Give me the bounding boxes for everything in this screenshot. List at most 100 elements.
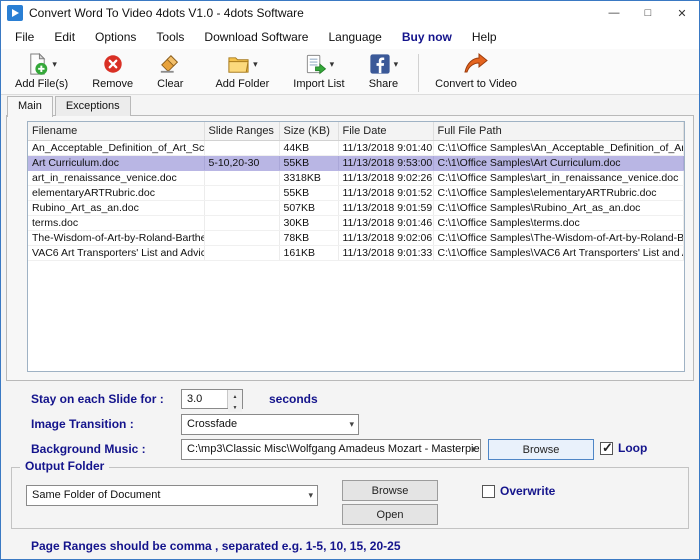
tab[interactable]: Exceptions — [55, 96, 131, 116]
cell-slide-ranges — [204, 245, 279, 260]
chevron-down-icon[interactable] — [394, 58, 399, 70]
overwrite-checkbox[interactable]: Overwrite — [482, 484, 555, 498]
cell-file-date: 11/13/2018 9:01:59 AM — [338, 200, 433, 215]
cell-filename: art_in_renaissance_venice.doc — [28, 170, 204, 185]
column-header-file-date[interactable]: File Date — [338, 122, 433, 140]
output-folder-select[interactable]: Same Folder of Document — [26, 485, 318, 506]
menu-bar: File Edit Options Tools Download Softwar… — [1, 25, 699, 49]
loop-checkbox[interactable]: Loop — [600, 441, 647, 455]
menu-item[interactable]: Buy now — [392, 26, 462, 48]
column-header-slide-ranges[interactable]: Slide Ranges — [204, 122, 279, 140]
add-files-button[interactable]: Add File(s) — [9, 51, 74, 91]
table-row[interactable]: art_in_renaissance_venice.doc 3318KB 11/… — [28, 170, 684, 185]
cell-file-date: 11/13/2018 9:02:06 AM — [338, 230, 433, 245]
window-controls: — □ ✕ — [597, 1, 699, 25]
image-transition-select[interactable]: Crossfade — [181, 414, 359, 435]
chevron-down-icon[interactable] — [52, 58, 57, 70]
cell-file-date: 11/13/2018 9:01:33 AM — [338, 245, 433, 260]
output-folder-group: Output Folder Same Folder of Document Br… — [11, 467, 689, 529]
slide-duration-stepper[interactable]: 3.0 — [181, 389, 243, 409]
column-header-size[interactable]: Size (KB) — [279, 122, 338, 140]
menu-item[interactable]: Help — [462, 26, 507, 48]
menu-item[interactable]: Options — [85, 26, 146, 48]
background-music-select[interactable]: C:\mp3\Classic Misc\Wolfgang Amadeus Moz… — [181, 439, 481, 460]
menu-item[interactable]: Tools — [146, 26, 194, 48]
table-row[interactable]: VAC6 Art Transporters' List and Advice.d… — [28, 245, 684, 260]
tab-strip: Main Exceptions — [7, 96, 133, 116]
image-transition-label: Image Transition : — [31, 417, 134, 431]
background-music-label: Background Music : — [31, 442, 146, 456]
menu-item[interactable]: File — [5, 26, 44, 48]
slide-duration-label: Stay on each Slide for : — [31, 392, 164, 406]
clear-button[interactable]: Clear — [151, 51, 189, 91]
convert-arrow-icon — [463, 52, 489, 76]
table-row[interactable]: Art Curriculum.doc 5-10,20-30 55KB 11/13… — [28, 155, 684, 170]
status-bar: Page Ranges should be comma , separated … — [31, 537, 401, 555]
overwrite-checkbox-box[interactable] — [482, 485, 495, 498]
column-header-filename[interactable]: Filename — [28, 122, 204, 140]
import-list-button[interactable]: Import List — [287, 51, 350, 91]
minimize-button[interactable]: — — [597, 1, 631, 25]
menu-item[interactable]: Download Software — [194, 26, 318, 48]
cell-file-date: 11/13/2018 9:01:40 AM — [338, 140, 433, 155]
cell-full-path: C:\1\Office Samples\VAC6 Art Transporter… — [433, 245, 684, 260]
close-button[interactable]: ✕ — [665, 1, 699, 25]
cell-full-path: C:\1\Office Samples\An_Acceptable_Defini… — [433, 140, 684, 155]
table-row[interactable]: terms.doc 30KB 11/13/2018 9:01:46 AM C:\… — [28, 215, 684, 230]
cell-size: 3318KB — [279, 170, 338, 185]
table-row[interactable]: The-Wisdom-of-Art-by-Roland-Barthes.doc … — [28, 230, 684, 245]
spinner-down-icon[interactable] — [228, 401, 242, 412]
spinner-buttons — [227, 390, 242, 408]
table-row[interactable]: elementaryARTRubric.doc 55KB 11/13/2018 … — [28, 185, 684, 200]
file-table: Filename Slide Ranges Size (KB) File Dat… — [28, 122, 684, 261]
cell-full-path: C:\1\Office Samples\terms.doc — [433, 215, 684, 230]
convert-to-video-button[interactable]: Convert to Video — [429, 51, 523, 91]
table-row[interactable]: An_Acceptable_Definition_of_Art_Schol.do… — [28, 140, 684, 155]
cell-filename: The-Wisdom-of-Art-by-Roland-Barthes.doc — [28, 230, 204, 245]
tab[interactable]: Main — [7, 96, 53, 117]
maximize-button[interactable]: □ — [631, 1, 665, 25]
facebook-icon — [369, 53, 391, 75]
output-browse-button[interactable]: Browse — [342, 480, 438, 501]
main-tab-panel: Filename Slide Ranges Size (KB) File Dat… — [6, 115, 694, 381]
overwrite-checkbox-label: Overwrite — [500, 484, 555, 498]
cell-full-path: C:\1\Office Samples\Art Curriculum.doc — [433, 155, 684, 170]
loop-checkbox-box[interactable] — [600, 442, 613, 455]
share-button[interactable]: Share — [363, 51, 405, 91]
cell-filename: VAC6 Art Transporters' List and Advice.d… — [28, 245, 204, 260]
cell-slide-ranges — [204, 185, 279, 200]
cell-file-date: 11/13/2018 9:02:26 AM — [338, 170, 433, 185]
loop-checkbox-label: Loop — [618, 441, 647, 455]
menu-item[interactable]: Language — [318, 26, 391, 48]
cell-slide-ranges — [204, 230, 279, 245]
menu-item[interactable]: Edit — [44, 26, 85, 48]
cell-filename: Art Curriculum.doc — [28, 155, 204, 170]
window-title: Convert Word To Video 4dots V1.0 - 4dots… — [29, 6, 304, 20]
remove-button[interactable]: Remove — [86, 51, 139, 91]
cell-file-date: 11/13/2018 9:01:52 AM — [338, 185, 433, 200]
eraser-icon — [159, 53, 181, 75]
import-list-icon — [304, 53, 327, 76]
add-folder-button[interactable]: Add Folder — [209, 51, 275, 91]
table-body: An_Acceptable_Definition_of_Art_Schol.do… — [28, 140, 684, 260]
cell-size: 78KB — [279, 230, 338, 245]
settings-section: Stay on each Slide for : 3.0 seconds Ima… — [1, 385, 699, 463]
toolbar-separator — [418, 54, 419, 92]
spinner-up-icon[interactable] — [228, 390, 242, 401]
chevron-down-icon[interactable] — [330, 58, 335, 70]
cell-size: 507KB — [279, 200, 338, 215]
cell-slide-ranges — [204, 170, 279, 185]
column-header-full-path[interactable]: Full File Path — [433, 122, 684, 140]
status-text: Page Ranges should be comma , separated … — [31, 539, 401, 553]
output-open-button[interactable]: Open — [342, 504, 438, 525]
table-row[interactable]: Rubino_Art_as_an.doc 507KB 11/13/2018 9:… — [28, 200, 684, 215]
cell-filename: terms.doc — [28, 215, 204, 230]
cell-slide-ranges — [204, 215, 279, 230]
music-browse-button[interactable]: Browse — [488, 439, 594, 460]
chevron-down-icon[interactable] — [253, 58, 258, 70]
cell-size: 161KB — [279, 245, 338, 260]
cell-full-path: C:\1\Office Samples\Rubino_Art_as_an.doc — [433, 200, 684, 215]
app-icon — [7, 5, 23, 21]
cell-size: 44KB — [279, 140, 338, 155]
cell-size: 55KB — [279, 155, 338, 170]
